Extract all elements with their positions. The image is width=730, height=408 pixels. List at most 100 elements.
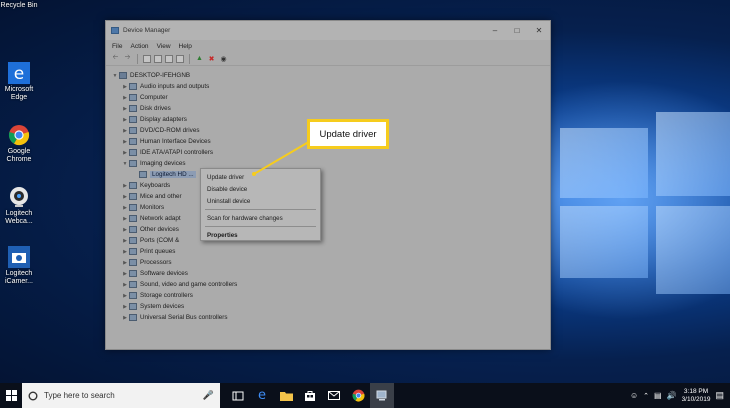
title-bar[interactable]: Device Manager – □ ✕ [106, 21, 550, 40]
show-hidden-icons-icon[interactable]: ⌃ [643, 392, 649, 400]
expand-arrow-icon[interactable]: ▶ [121, 194, 129, 200]
microphone-icon[interactable]: 🎤 [203, 390, 214, 401]
menu-file[interactable]: File [112, 43, 122, 50]
tree-node[interactable]: ▶ Processors [108, 257, 548, 268]
ctx-scan-hardware[interactable]: Scan for hardware changes [201, 212, 320, 224]
tree-node[interactable]: ▶ Universal Serial Bus controllers [108, 312, 548, 323]
scan-hardware-icon[interactable]: ◉ [219, 54, 228, 63]
taskbar-chrome-button[interactable] [346, 383, 370, 408]
tree-node-label: Computer [140, 94, 168, 101]
collapse-arrow-icon[interactable]: ▼ [121, 161, 129, 167]
tree-node[interactable]: ▶ Keyboards [108, 180, 548, 191]
forward-icon[interactable]: 🡢 [123, 54, 132, 63]
expand-arrow-icon[interactable]: ▶ [121, 216, 129, 222]
menu-action[interactable]: Action [130, 43, 148, 50]
show-hide-tree-icon[interactable] [143, 54, 151, 63]
taskbar-edge-button[interactable]: e [250, 383, 274, 408]
tree-node[interactable]: ▶ Audio inputs and outputs [108, 81, 548, 92]
desktop-icon-chrome[interactable]: Google Chrome [0, 124, 38, 164]
expand-arrow-icon[interactable]: ▶ [121, 293, 129, 299]
ctx-uninstall-device[interactable]: Uninstall device [201, 195, 320, 207]
tree-node-label: System devices [140, 303, 185, 310]
tree-node[interactable]: ▶ Software devices [108, 268, 548, 279]
taskbar-store-button[interactable] [298, 383, 322, 408]
taskbar-mail-button[interactable] [322, 383, 346, 408]
edge-icon: e [8, 62, 30, 84]
view-icon[interactable] [176, 54, 184, 63]
tree-node[interactable]: ▶ Ports (COM & [108, 235, 548, 246]
tree-node[interactable]: ▶ Other devices [108, 224, 548, 235]
device-manager-window[interactable]: Device Manager – □ ✕ File Action View He… [105, 20, 551, 350]
desktop-icon-logitech-camera[interactable]: Logitech iCamer... [0, 246, 38, 286]
tree-node-label: Sound, video and game controllers [140, 281, 238, 288]
tree-node-label: IDE ATA/ATAPI controllers [140, 149, 214, 156]
device-manager-icon [376, 390, 387, 401]
ctx-disable-device[interactable]: Disable device [201, 183, 320, 195]
expand-arrow-icon[interactable]: ▶ [121, 304, 129, 310]
tree-node-label: Mice and other [140, 193, 182, 200]
ctx-properties[interactable]: Properties [201, 229, 320, 241]
update-driver-icon[interactable]: ▲ [195, 54, 204, 63]
tree-root[interactable]: ▼ DESKTOP-IFEHGNB [108, 70, 548, 81]
task-view-button[interactable] [226, 383, 250, 408]
start-button[interactable] [0, 383, 22, 408]
expand-arrow-icon[interactable]: ▶ [121, 139, 129, 145]
expand-arrow-icon[interactable]: ▶ [121, 95, 129, 101]
clock[interactable]: 3:18 PM 3/10/2019 [682, 388, 711, 404]
tree-node-label: Logitech HD ... [150, 171, 196, 178]
collapse-arrow-icon[interactable]: ▼ [111, 73, 119, 79]
expand-arrow-icon[interactable]: ▶ [121, 282, 129, 288]
minimize-button[interactable]: – [484, 21, 506, 40]
expand-arrow-icon[interactable]: ▶ [121, 315, 129, 321]
tree-node-label: Storage controllers [140, 292, 193, 299]
tree-node[interactable]: ▶ System devices [108, 301, 548, 312]
expand-arrow-icon[interactable]: ▶ [121, 84, 129, 90]
edge-icon: e [258, 388, 266, 403]
expand-arrow-icon[interactable]: ▶ [121, 227, 129, 233]
uninstall-icon[interactable]: ✖ [207, 54, 216, 63]
expand-arrow-icon[interactable]: ▶ [121, 183, 129, 189]
disk-icon [129, 105, 137, 112]
usb-icon [129, 314, 137, 321]
taskbar-device-manager-button[interactable] [370, 383, 394, 408]
expand-arrow-icon[interactable]: ▶ [121, 106, 129, 112]
tree-node[interactable]: ▶ Storage controllers [108, 290, 548, 301]
expand-arrow-icon[interactable]: ▶ [121, 128, 129, 134]
taskbar-file-explorer-button[interactable] [274, 383, 298, 408]
help-icon[interactable] [165, 54, 173, 63]
desktop-icon-logitech-webcam[interactable]: Logitech Webca... [0, 186, 38, 226]
window-title: Device Manager [123, 27, 171, 34]
expand-arrow-icon[interactable]: ▶ [121, 117, 129, 123]
expand-arrow-icon[interactable]: ▶ [121, 238, 129, 244]
tree-node[interactable]: ▶ Sound, video and game controllers [108, 279, 548, 290]
menu-bar: File Action View Help [106, 40, 550, 52]
tree-node[interactable]: ▶ Network adapt [108, 213, 548, 224]
expand-arrow-icon[interactable]: ▶ [121, 271, 129, 277]
expand-arrow-icon[interactable]: ▶ [121, 249, 129, 255]
tree-node[interactable]: ▶ Print queues [108, 246, 548, 257]
menu-help[interactable]: Help [179, 43, 192, 50]
expand-arrow-icon[interactable]: ▶ [121, 260, 129, 266]
action-center-icon[interactable]: ▤ [715, 390, 724, 401]
properties-icon[interactable] [154, 54, 162, 63]
maximize-button[interactable]: □ [506, 21, 528, 40]
desktop-icon-recycle-bin[interactable]: Recycle Bin [0, 2, 38, 10]
mouse-icon [129, 193, 137, 200]
back-icon[interactable]: 🡠 [111, 54, 120, 63]
close-button[interactable]: ✕ [528, 21, 550, 40]
desktop-icon-edge[interactable]: e Microsoft Edge [0, 62, 38, 102]
tree-node[interactable]: ▶ Mice and other [108, 191, 548, 202]
volume-icon[interactable]: 🔊 [667, 391, 677, 400]
people-icon[interactable]: ☺ [630, 391, 638, 400]
tree-node[interactable]: ▶ Monitors [108, 202, 548, 213]
monitor-icon [129, 204, 137, 211]
menu-view[interactable]: View [157, 43, 171, 50]
webcam-icon [139, 171, 147, 178]
taskbar-search-box[interactable]: Type here to search 🎤 [22, 383, 220, 408]
tree-node[interactable]: ▶ Disk drives [108, 103, 548, 114]
network-tray-icon[interactable]: ▤ [654, 391, 662, 400]
taskbar: Type here to search 🎤 e ☺ ⌃ ▤ 🔊 3:18 PM … [0, 383, 730, 408]
expand-arrow-icon[interactable]: ▶ [121, 205, 129, 211]
expand-arrow-icon[interactable]: ▶ [121, 150, 129, 156]
tree-node[interactable]: ▶ Computer [108, 92, 548, 103]
